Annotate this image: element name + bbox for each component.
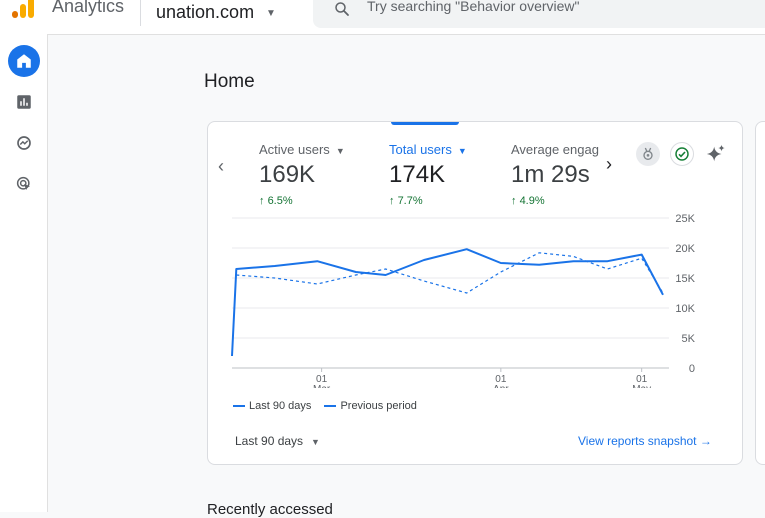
advertising-icon <box>16 176 30 190</box>
search-bar[interactable] <box>313 0 765 28</box>
metric-label: Average engag <box>511 142 599 157</box>
nav-explore[interactable] <box>8 127 40 159</box>
arrow-up-icon: ↑ <box>259 195 268 207</box>
metric-value: 169K <box>259 161 316 188</box>
check-circle-icon[interactable] <box>670 142 694 166</box>
metric-change: 6.5% <box>267 195 293 207</box>
caret-down-icon[interactable]: ▼ <box>458 146 467 156</box>
caret-down-icon[interactable]: ▼ <box>336 146 345 156</box>
nav-advertising[interactable] <box>8 168 40 200</box>
nav-reports[interactable] <box>8 86 40 118</box>
header-divider <box>140 0 141 26</box>
chevron-right-icon[interactable]: › <box>606 154 612 175</box>
summary-card: ‹ Active users ▼ 169K ↑ 6.5% Total users ▼… <box>207 121 743 465</box>
arrow-up-icon: ↑ <box>511 195 520 207</box>
legend-previous-label: Previous period <box>340 400 417 412</box>
top-bar: Analytics unation.com ▼ <box>0 0 765 35</box>
metric-change: 7.7% <box>397 195 423 207</box>
nav-home[interactable] <box>8 45 40 77</box>
metric-change: 4.9% <box>519 195 545 207</box>
sparkle-icon[interactable] <box>704 142 728 166</box>
series-previous-period-line[interactable] <box>236 252 664 294</box>
recently-accessed-title: Recently accessed <box>207 501 333 518</box>
legend-current[interactable]: Last 90 days <box>233 400 311 412</box>
page-title: Home <box>204 71 255 92</box>
next-card-peek <box>755 121 765 465</box>
y-tick-label: 20K <box>675 243 695 255</box>
x-tick-month: Apr <box>493 384 509 388</box>
selected-metric-indicator <box>391 122 459 125</box>
users-line-chart[interactable]: 05K10K15K20K25K01Mar01Apr01May <box>208 208 728 388</box>
x-tick-month: May <box>632 384 651 388</box>
metric-label: Active users <box>259 142 330 157</box>
chevron-left-icon[interactable]: ‹ <box>218 156 224 177</box>
check-icon <box>675 147 689 161</box>
search-input[interactable] <box>367 0 747 14</box>
side-nav <box>0 34 48 512</box>
legend-previous[interactable]: Previous period <box>324 400 417 412</box>
legend-current-label: Last 90 days <box>249 400 312 412</box>
view-reports-snapshot-link[interactable]: View reports snapshot → <box>578 434 712 448</box>
y-tick-label: 10K <box>675 303 695 315</box>
insights-sparkle-icon <box>706 144 725 162</box>
analytics-logo-icon[interactable] <box>12 0 38 18</box>
reports-icon <box>17 95 31 109</box>
caret-down-icon: ▼ <box>311 436 320 447</box>
y-tick-label: 25K <box>675 213 695 225</box>
metric-total-users[interactable]: Total users ▼ 174K ↑ 7.7% <box>389 142 467 207</box>
account-caret-icon[interactable]: ▼ <box>266 8 276 19</box>
app-name: Analytics <box>52 0 125 16</box>
medal-icon <box>643 147 653 160</box>
date-range-label: Last 90 days <box>235 434 304 448</box>
x-tick-month: Mar <box>313 384 331 388</box>
arrow-up-icon: ↑ <box>389 195 398 207</box>
legend-dashed-line <box>324 405 337 407</box>
metric-label: Total users <box>389 142 452 157</box>
metric-value: 174K <box>389 161 446 188</box>
account-selector[interactable]: unation.com <box>156 2 254 23</box>
view-reports-label: View reports snapshot <box>578 434 697 448</box>
home-icon <box>17 54 31 68</box>
y-tick-label: 15K <box>675 273 695 285</box>
metric-value: 1m 29s <box>511 161 590 188</box>
explore-icon <box>17 136 31 150</box>
date-range-selector[interactable]: Last 90 days ▼ <box>235 434 320 448</box>
award-badge-icon[interactable] <box>636 142 660 166</box>
search-icon <box>335 2 349 16</box>
legend-solid-line <box>233 405 245 407</box>
chart-legend: Last 90 days Previous period <box>233 398 427 412</box>
metric-active-users[interactable]: Active users ▼ 169K ↑ 6.5% <box>259 142 345 207</box>
y-tick-label: 0 <box>689 363 695 375</box>
y-tick-label: 5K <box>682 333 696 345</box>
metric-average-engagement[interactable]: Average engag 1m 29s ↑ 4.9% <box>511 142 599 207</box>
arrow-right-icon: → <box>696 434 712 448</box>
